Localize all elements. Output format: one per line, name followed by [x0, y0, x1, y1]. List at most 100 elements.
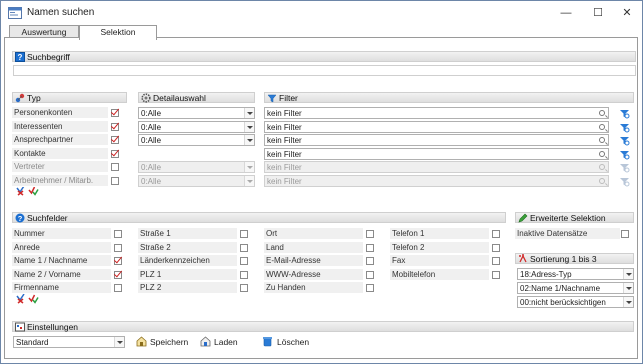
filter-value: kein Filter — [267, 136, 302, 145]
suchfeld-label: Straße 1 — [138, 228, 237, 240]
suchfeld-checkbox[interactable] — [240, 257, 248, 265]
suchfeld-checkbox[interactable] — [366, 244, 374, 252]
suchfeld-checkbox[interactable] — [366, 257, 374, 265]
chevron-down-icon — [244, 122, 254, 132]
sort-3-value: 00:nicht berücksichtigen — [520, 298, 606, 307]
typ-row-checkbox[interactable] — [111, 123, 119, 131]
detailauswahl-value: 0:Alle — [141, 109, 162, 118]
suchfeld-checkbox[interactable] — [492, 257, 500, 265]
inaktive-datensaetze-checkbox[interactable] — [621, 230, 629, 238]
suchfeld-checkbox[interactable] — [492, 230, 500, 238]
erweiterte-selektion-label: Erweiterte Selektion — [530, 213, 606, 223]
delete-button[interactable]: Löschen — [277, 336, 309, 348]
detailauswahl-value: 0:Alle — [141, 136, 162, 145]
filter-settings-icon — [620, 164, 630, 173]
typ-row-checkbox[interactable] — [111, 150, 119, 158]
suchfeld-checkbox[interactable] — [492, 271, 500, 279]
typ-row-checkbox[interactable] — [111, 163, 119, 171]
load-button[interactable]: Laden — [214, 336, 238, 348]
load-icon — [200, 336, 211, 347]
deselect-all-fields-icon[interactable] — [15, 293, 26, 304]
suchfeld-checkbox[interactable] — [114, 284, 122, 292]
filter-settings-icon[interactable] — [619, 135, 630, 146]
save-button[interactable]: Speichern — [150, 336, 188, 348]
suchbegriff-label: Suchbegriff — [27, 52, 70, 62]
filter-input[interactable]: kein Filter — [264, 107, 609, 119]
suchfeld-label: Telefon 2 — [390, 242, 489, 254]
detailauswahl-select: 0:Alle — [138, 161, 255, 173]
filter-input: kein Filter — [264, 175, 609, 187]
svg-text:?: ? — [18, 214, 23, 223]
sort-3-select[interactable]: 00:nicht berücksichtigen — [517, 296, 634, 308]
search-icon — [599, 178, 605, 184]
suchfeld-label: Firmenname — [12, 282, 111, 294]
suchfeld-checkbox[interactable] — [114, 257, 122, 265]
detailauswahl-select[interactable]: 0:Alle — [138, 134, 255, 146]
typ-row-checkbox[interactable] — [111, 177, 119, 185]
typ-row-label: Personenkonten — [12, 107, 108, 119]
detailauswahl-select[interactable]: 0:Alle — [138, 121, 255, 133]
suchfeld-label: Anrede — [12, 242, 111, 254]
search-term-input[interactable] — [13, 65, 636, 76]
search-icon[interactable] — [599, 151, 605, 157]
minimize-button[interactable]: — — [554, 5, 578, 21]
sort-icon — [519, 254, 527, 263]
suchfeld-label: Zu Handen — [264, 282, 363, 294]
suchfeld-checkbox[interactable] — [240, 230, 248, 238]
chevron-down-icon — [623, 297, 633, 307]
typ-row-label: Ansprechpartner — [12, 134, 108, 146]
filter-value: kein Filter — [267, 123, 302, 132]
chevron-down-icon — [623, 283, 633, 293]
suchfeld-checkbox[interactable] — [366, 230, 374, 238]
suchfeld-checkbox[interactable] — [240, 284, 248, 292]
tab-content-selektion: ? Suchbegriff Typ Detailauswahl Filter ?… — [4, 37, 638, 359]
typ-row-label: Kontakte — [12, 148, 108, 160]
search-icon[interactable] — [599, 110, 605, 116]
tab-selektion[interactable]: Selektion — [79, 25, 157, 40]
detailauswahl-select[interactable]: 0:Alle — [138, 107, 255, 119]
window-title: Namen suchen — [27, 7, 95, 18]
typ-header: Typ — [12, 92, 127, 103]
chevron-down-icon — [244, 135, 254, 145]
search-icon[interactable] — [599, 124, 605, 130]
suchfeld-checkbox[interactable] — [240, 244, 248, 252]
pencil-icon — [518, 213, 528, 223]
suchfeld-checkbox[interactable] — [492, 244, 500, 252]
suchfeld-checkbox[interactable] — [366, 284, 374, 292]
detailauswahl-value: 0:Alle — [141, 163, 162, 172]
suchfeld-checkbox[interactable] — [114, 244, 122, 252]
filter-settings-icon[interactable] — [619, 108, 630, 119]
type-nodes-icon — [15, 93, 25, 103]
typ-label: Typ — [27, 93, 41, 103]
select-all-fields-icon[interactable] — [28, 293, 39, 304]
maximize-button[interactable]: ☐ — [586, 5, 610, 21]
search-icon[interactable] — [599, 137, 605, 143]
filter-value: kein Filter — [267, 150, 302, 159]
sort-1-select[interactable]: 18:Adress-Typ — [517, 268, 634, 280]
einstellungen-value: Standard — [16, 338, 49, 347]
close-button[interactable]: ✕ — [615, 5, 639, 21]
typ-row-label: Vertreter — [12, 161, 108, 173]
suchfeld-checkbox[interactable] — [114, 271, 122, 279]
sort-2-select[interactable]: 02:Name 1/Nachname — [517, 282, 634, 294]
einstellungen-select[interactable]: Standard — [13, 336, 125, 348]
filter-input[interactable]: kein Filter — [264, 148, 609, 160]
suchfeld-label: Länderkennzeichen — [138, 255, 237, 267]
filter-input[interactable]: kein Filter — [264, 121, 609, 133]
filter-header: Filter — [264, 92, 634, 103]
typ-row-checkbox[interactable] — [111, 109, 119, 117]
filter-settings-icon[interactable] — [619, 149, 630, 160]
filter-value: kein Filter — [267, 109, 302, 118]
suchfeld-label: Land — [264, 242, 363, 254]
svg-text:?: ? — [18, 53, 23, 62]
filter-value: kein Filter — [267, 163, 302, 172]
filter-label: Filter — [279, 93, 298, 103]
detailauswahl-value: 0:Alle — [141, 123, 162, 132]
suchfeld-checkbox[interactable] — [114, 230, 122, 238]
suchfeld-checkbox[interactable] — [366, 271, 374, 279]
filter-input[interactable]: kein Filter — [264, 134, 609, 146]
app-window-icon — [8, 7, 22, 19]
filter-settings-icon[interactable] — [619, 122, 630, 133]
suchfeld-checkbox[interactable] — [240, 271, 248, 279]
typ-row-checkbox[interactable] — [111, 136, 119, 144]
